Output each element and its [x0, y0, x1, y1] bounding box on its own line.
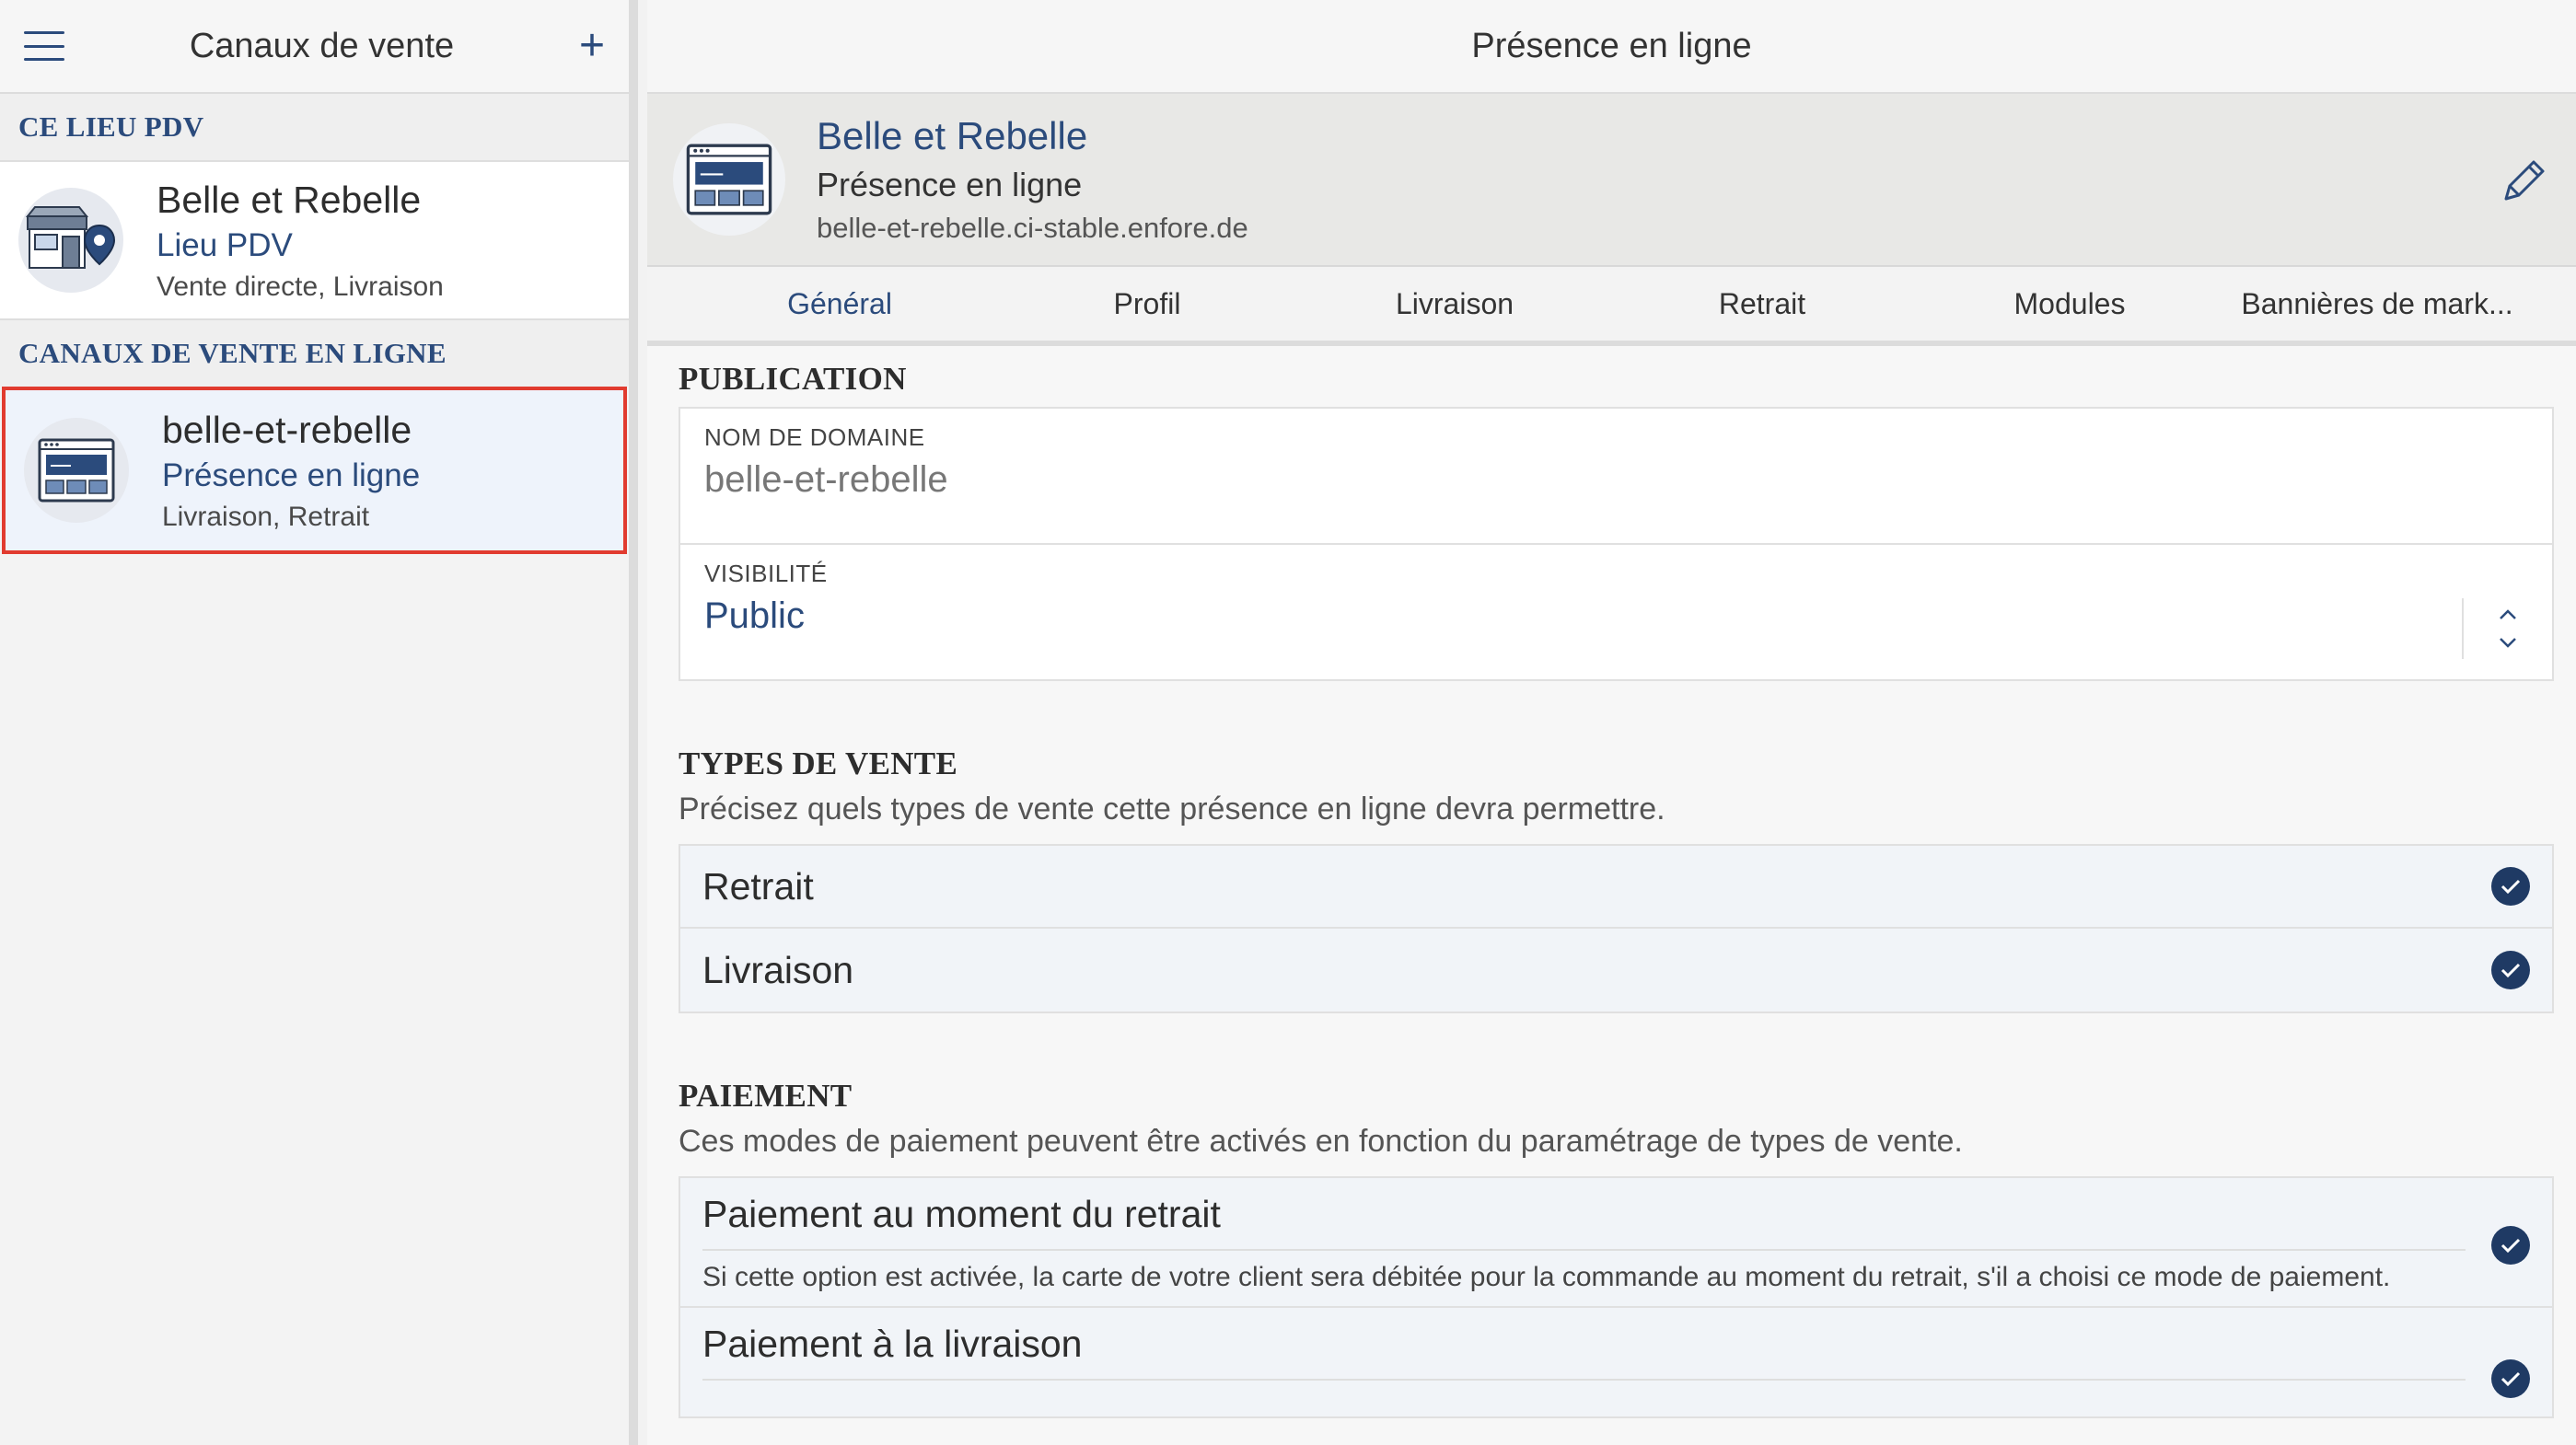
sidebar-title: Canaux de vente — [189, 26, 455, 65]
sale-type-retrait[interactable]: Retrait — [679, 844, 2554, 929]
online-type: Présence en ligne — [162, 457, 421, 493]
tab-modules[interactable]: Modules — [1916, 267, 2223, 341]
entity-url: belle-et-rebelle.ci-stable.enfore.de — [817, 212, 1248, 244]
sale-type-label: Retrait — [702, 864, 814, 907]
online-name: belle-et-rebelle — [162, 408, 412, 451]
domain-name-field[interactable]: NOM DE DOMAINE belle-et-rebelle — [679, 407, 2554, 545]
menu-icon[interactable] — [24, 31, 64, 61]
sale-type-label: Livraison — [702, 948, 854, 991]
checkmark-icon[interactable] — [2491, 951, 2530, 989]
tab-bar: Général Profil Livraison Retrait Modules… — [647, 267, 2576, 346]
checkmark-icon[interactable] — [2491, 1226, 2530, 1265]
add-channel-icon[interactable]: + — [579, 24, 605, 68]
tab-retrait[interactable]: Retrait — [1608, 267, 1916, 341]
domain-name-value: belle-et-rebelle — [704, 459, 948, 500]
payment-option-desc: Si cette option est activée, la carte de… — [702, 1262, 2391, 1292]
browser-window-icon — [24, 418, 129, 523]
chevron-up-down-icon[interactable] — [2462, 598, 2552, 659]
sale-types-subtitle: Précisez quels types de vente cette prés… — [679, 792, 1665, 827]
entity-header: Belle et Rebelle Présence en ligne belle… — [647, 94, 2576, 267]
payment-option-label: Paiement à la livraison — [702, 1323, 2466, 1381]
entity-name: Belle et Rebelle — [817, 114, 1088, 157]
sale-types-title: TYPES DE VENTE — [679, 746, 958, 781]
payment-title: PAIEMENT — [679, 1078, 853, 1114]
pos-type: Lieu PDV — [157, 226, 293, 263]
page-title: Présence en ligne — [647, 0, 2576, 94]
tab-general[interactable]: Général — [686, 267, 993, 341]
publication-title: PUBLICATION — [679, 361, 907, 397]
section-header-online: CANAUX DE VENTE EN LIGNE — [0, 320, 629, 387]
visibility-label: VISIBILITÉ — [704, 560, 828, 587]
entity-type: Présence en ligne — [817, 166, 1083, 203]
sidebar-item-pos[interactable]: Belle et Rebelle Lieu PDV Vente directe,… — [0, 160, 629, 320]
browser-window-icon — [673, 123, 785, 236]
online-desc: Livraison, Retrait — [162, 501, 370, 532]
payment-subtitle: Ces modes de paiement peuvent être activ… — [679, 1124, 1963, 1159]
tab-bannieres[interactable]: Bannières de mark... — [2223, 267, 2531, 341]
main-panel: Présence en ligne Belle et Rebelle Prése… — [647, 0, 2576, 1445]
general-content: PUBLICATION NOM DE DOMAINE belle-et-rebe… — [647, 361, 2576, 1418]
visibility-select[interactable]: VISIBILITÉ Public — [679, 545, 2554, 681]
store-location-icon — [18, 188, 123, 293]
sidebar: Canaux de vente + CE LIEU PDV Belle et R… — [0, 0, 638, 1445]
payment-option-retrait[interactable]: Paiement au moment du retrait Si cette o… — [679, 1176, 2554, 1308]
tab-livraison[interactable]: Livraison — [1301, 267, 1608, 341]
pos-desc: Vente directe, Livraison — [157, 271, 444, 302]
section-header-pos: CE LIEU PDV — [0, 94, 629, 160]
visibility-value: Public — [704, 595, 805, 636]
tab-profil[interactable]: Profil — [993, 267, 1301, 341]
payment-option-livraison[interactable]: Paiement à la livraison — [679, 1308, 2554, 1418]
payment-option-label: Paiement au moment du retrait — [702, 1193, 2466, 1251]
pos-name: Belle et Rebelle — [157, 178, 422, 221]
domain-name-label: NOM DE DOMAINE — [704, 423, 925, 451]
sale-type-livraison[interactable]: Livraison — [679, 929, 2554, 1013]
checkmark-icon[interactable] — [2491, 1359, 2530, 1398]
sidebar-item-online-presence[interactable]: belle-et-rebelle Présence en ligne Livra… — [2, 387, 627, 554]
pencil-edit-icon[interactable] — [2497, 155, 2550, 213]
sidebar-header: Canaux de vente + — [0, 0, 629, 94]
checkmark-icon[interactable] — [2491, 867, 2530, 906]
